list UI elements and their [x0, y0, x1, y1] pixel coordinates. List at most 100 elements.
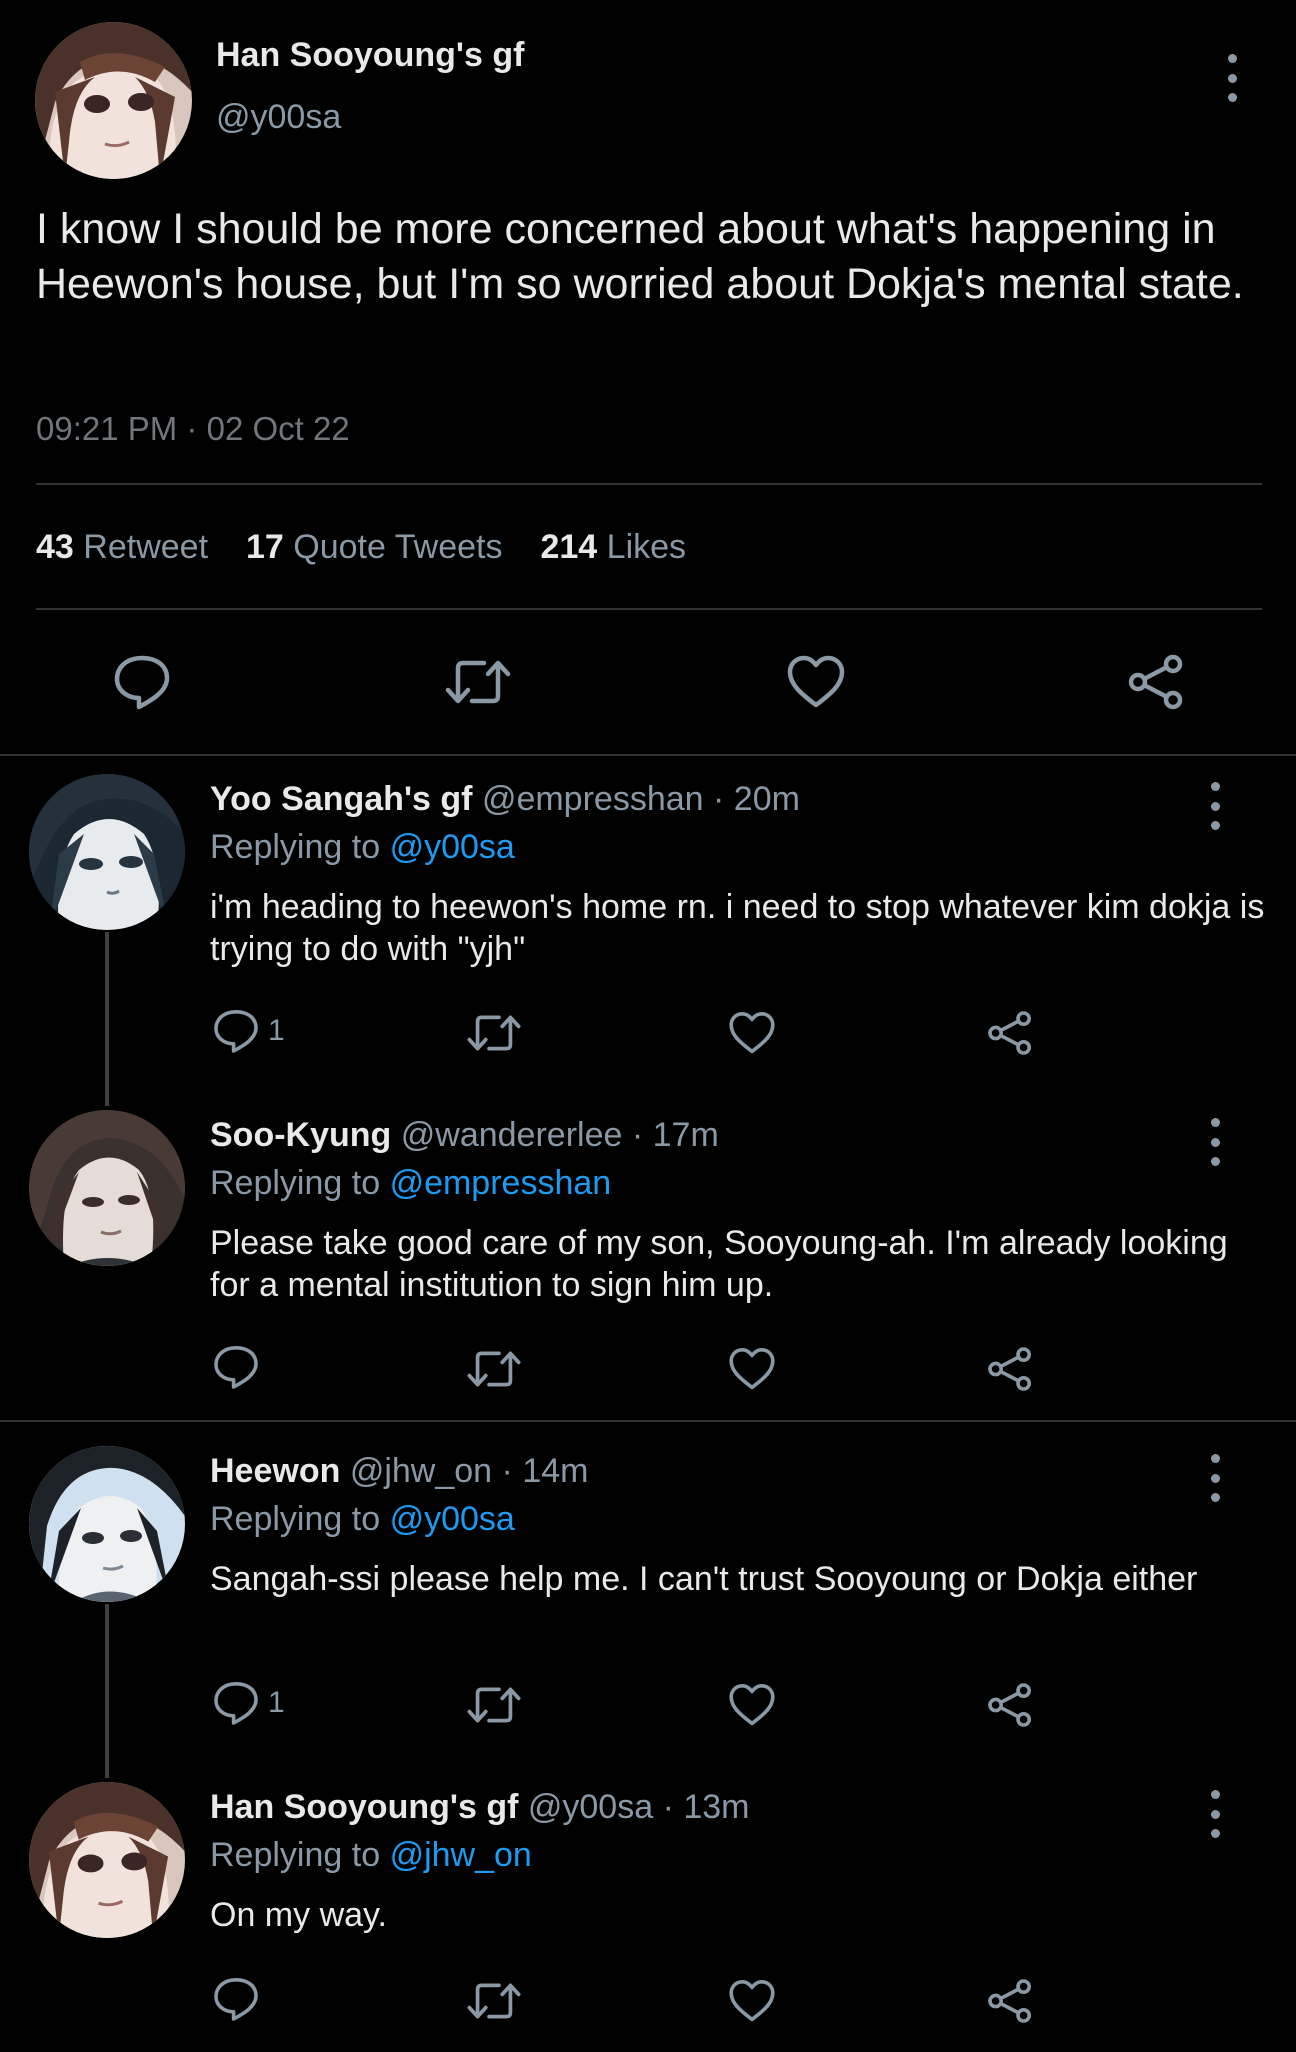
retweet-icon: [467, 1687, 521, 1723]
reply-avatar-han-sooyoung[interactable]: [29, 1782, 185, 1938]
replying-to-mention[interactable]: @empresshan: [390, 1164, 612, 1202]
divider: [0, 754, 1296, 756]
retweet-icon: [467, 1351, 521, 1387]
reply-icon: [114, 655, 170, 710]
like-button[interactable]: [728, 1010, 776, 1056]
author-display-name[interactable]: Han Sooyoung's gf: [216, 36, 524, 75]
reply-age[interactable]: 20m: [734, 780, 800, 818]
reply-text: Please take good care of my son, Sooyoun…: [210, 1224, 1228, 1304]
reply-button[interactable]: 1: [212, 1680, 285, 1726]
share-button[interactable]: [986, 1346, 1034, 1392]
thread-connector: [105, 932, 109, 1106]
retweet-button[interactable]: [466, 1978, 522, 2024]
thread-connector: [105, 1604, 109, 1778]
reply-display-name[interactable]: Han Sooyoung's gf: [210, 1788, 518, 1826]
share-button[interactable]: [1126, 654, 1186, 710]
retweet-stat[interactable]: 43 Retweet: [36, 528, 208, 567]
reply-handle[interactable]: @y00sa: [528, 1788, 653, 1826]
more-options-icon[interactable]: [1205, 1790, 1225, 1838]
reply-handle[interactable]: @jhw_on: [350, 1452, 492, 1490]
timestamp-separator: ·: [186, 410, 198, 447]
reply-separator: ·: [713, 780, 725, 818]
likes-stat[interactable]: 214 Likes: [540, 528, 686, 567]
reply-text: Sangah-ssi please help me. I can't trust…: [210, 1560, 1198, 1598]
avatar-heewon-image: [29, 1446, 185, 1602]
reply-count: 1: [268, 1686, 285, 1719]
more-options-icon[interactable]: [1205, 782, 1225, 830]
reply-age[interactable]: 13m: [683, 1788, 749, 1826]
reply-button[interactable]: 1: [212, 1008, 285, 1054]
reply-icon: [214, 1346, 258, 1389]
author-avatar[interactable]: [35, 22, 192, 179]
reply-age[interactable]: 17m: [653, 1116, 719, 1154]
reply-header: Han Sooyoung's gf @y00sa · 13m: [210, 1788, 750, 1827]
like-icon: [729, 1980, 775, 2022]
retweet-button[interactable]: [466, 1682, 522, 1728]
reply-separator: ·: [631, 1116, 644, 1154]
tweet-date: 02 Oct 22: [206, 410, 350, 447]
tweet-text: I know I should be more concerned about …: [36, 205, 1244, 308]
tweet-stats: 43 Retweet 17 Quote Tweets 214 Likes: [36, 528, 724, 567]
replying-to-mention[interactable]: @y00sa: [390, 828, 515, 866]
retweet-count: 43: [36, 528, 74, 566]
share-icon: [988, 1347, 1031, 1391]
share-icon: [988, 1979, 1031, 2023]
like-button[interactable]: [728, 1346, 776, 1392]
share-button[interactable]: [986, 1682, 1034, 1728]
replying-to-label: Replying to: [210, 1164, 381, 1202]
share-icon: [988, 1683, 1031, 1727]
reply-button[interactable]: [112, 654, 172, 710]
reply-age[interactable]: 14m: [522, 1452, 588, 1490]
reply-button[interactable]: [212, 1344, 260, 1390]
like-icon: [787, 655, 845, 708]
share-button[interactable]: [986, 1010, 1034, 1056]
tweet-time: 09:21 PM: [36, 410, 178, 447]
like-icon: [729, 1348, 775, 1390]
share-icon: [988, 1011, 1031, 1055]
like-button[interactable]: [728, 1682, 776, 1728]
retweet-icon: [467, 1983, 521, 2019]
replying-to: Replying to @jhw_on: [210, 1836, 532, 1875]
more-options-icon[interactable]: [1205, 1454, 1225, 1502]
retweet-button[interactable]: [466, 1346, 522, 1392]
replying-to: Replying to @y00sa: [210, 1500, 515, 1539]
quote-stat[interactable]: 17 Quote Tweets: [246, 528, 502, 567]
like-button[interactable]: [728, 1978, 776, 2024]
reply-avatar-soo-kyung[interactable]: [29, 1110, 185, 1266]
quote-count: 17: [246, 528, 284, 566]
reply-handle[interactable]: @wandererlee: [401, 1116, 623, 1154]
reply-handle[interactable]: @empresshan: [482, 780, 704, 818]
reply-avatar-yoo-sangah[interactable]: [29, 774, 185, 930]
divider: [36, 483, 1262, 485]
reply-display-name[interactable]: Yoo Sangah's gf: [210, 780, 472, 818]
likes-count: 214: [540, 528, 598, 566]
avatar-soo-kyung-image: [29, 1110, 185, 1266]
reply-display-name[interactable]: Heewon: [210, 1452, 340, 1490]
more-options-icon[interactable]: [1205, 1118, 1225, 1166]
reply-button[interactable]: [212, 1976, 260, 2022]
like-button[interactable]: [786, 654, 846, 710]
quote-label: Quote Tweets: [293, 528, 503, 566]
retweet-label: Retweet: [83, 528, 209, 566]
reply-avatar-heewon[interactable]: [29, 1446, 185, 1602]
retweet-icon: [445, 660, 511, 704]
replying-to-label: Replying to: [210, 1500, 381, 1538]
divider: [0, 1420, 1296, 1422]
reply-icon: [214, 1978, 258, 2021]
share-button[interactable]: [986, 1978, 1034, 2024]
replying-to-label: Replying to: [210, 828, 381, 866]
avatar-yoo-sangah-image: [29, 774, 185, 930]
more-options-icon[interactable]: [1222, 54, 1242, 102]
tweet-timestamp[interactable]: 09:21 PM · 02 Oct 22: [36, 410, 350, 448]
reply-display-name[interactable]: Soo-Kyung: [210, 1116, 391, 1154]
retweet-button[interactable]: [466, 1010, 522, 1056]
retweet-button[interactable]: [444, 654, 512, 710]
replying-to: Replying to @empresshan: [210, 1164, 611, 1203]
reply-count: 1: [268, 1014, 285, 1047]
replying-to-mention[interactable]: @y00sa: [390, 1500, 515, 1538]
reply-text: On my way.: [210, 1896, 387, 1934]
reply-separator: ·: [501, 1452, 513, 1490]
divider: [36, 608, 1262, 610]
replying-to-mention[interactable]: @jhw_on: [390, 1836, 532, 1874]
author-handle[interactable]: @y00sa: [216, 98, 341, 137]
